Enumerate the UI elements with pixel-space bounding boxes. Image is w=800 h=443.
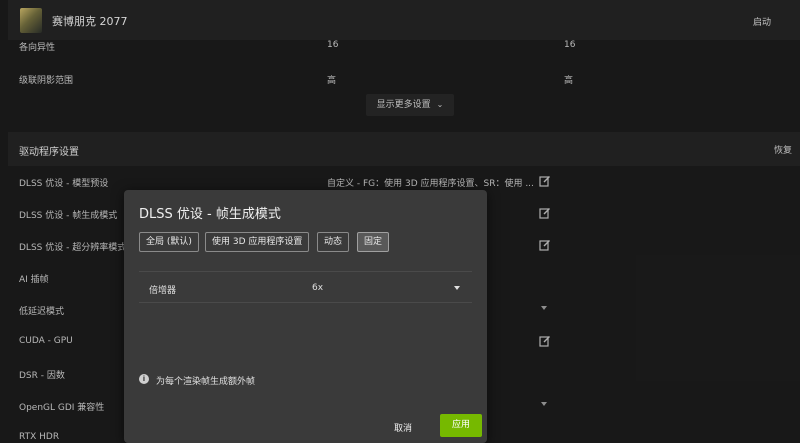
segment-fixed[interactable]: 固定 (357, 232, 390, 252)
chevron-down-icon[interactable] (454, 286, 460, 290)
segment-use-3d-app[interactable]: 使用 3D 应用程序设置 (205, 232, 310, 252)
segment-global-default[interactable]: 全局 (默认) (139, 232, 199, 252)
segment-dynamic[interactable]: 动态 (317, 232, 350, 252)
cancel-button[interactable]: 取消 (394, 421, 412, 434)
frame-gen-mode-dialog: DLSS 优设 - 帧生成模式 全局 (默认) 使用 3D 应用程序设置 动态 … (124, 190, 487, 443)
dialog-title: DLSS 优设 - 帧生成模式 (139, 207, 281, 222)
info-icon: i (139, 374, 149, 384)
info-text: 为每个渲染帧生成额外帧 (156, 377, 256, 387)
multiplier-value: 6x (312, 283, 324, 293)
multiplier-dropdown[interactable]: 倍增器 6x (139, 271, 472, 303)
apply-button[interactable]: 应用 (440, 414, 482, 437)
multiplier-label: 倍增器 (149, 286, 177, 296)
